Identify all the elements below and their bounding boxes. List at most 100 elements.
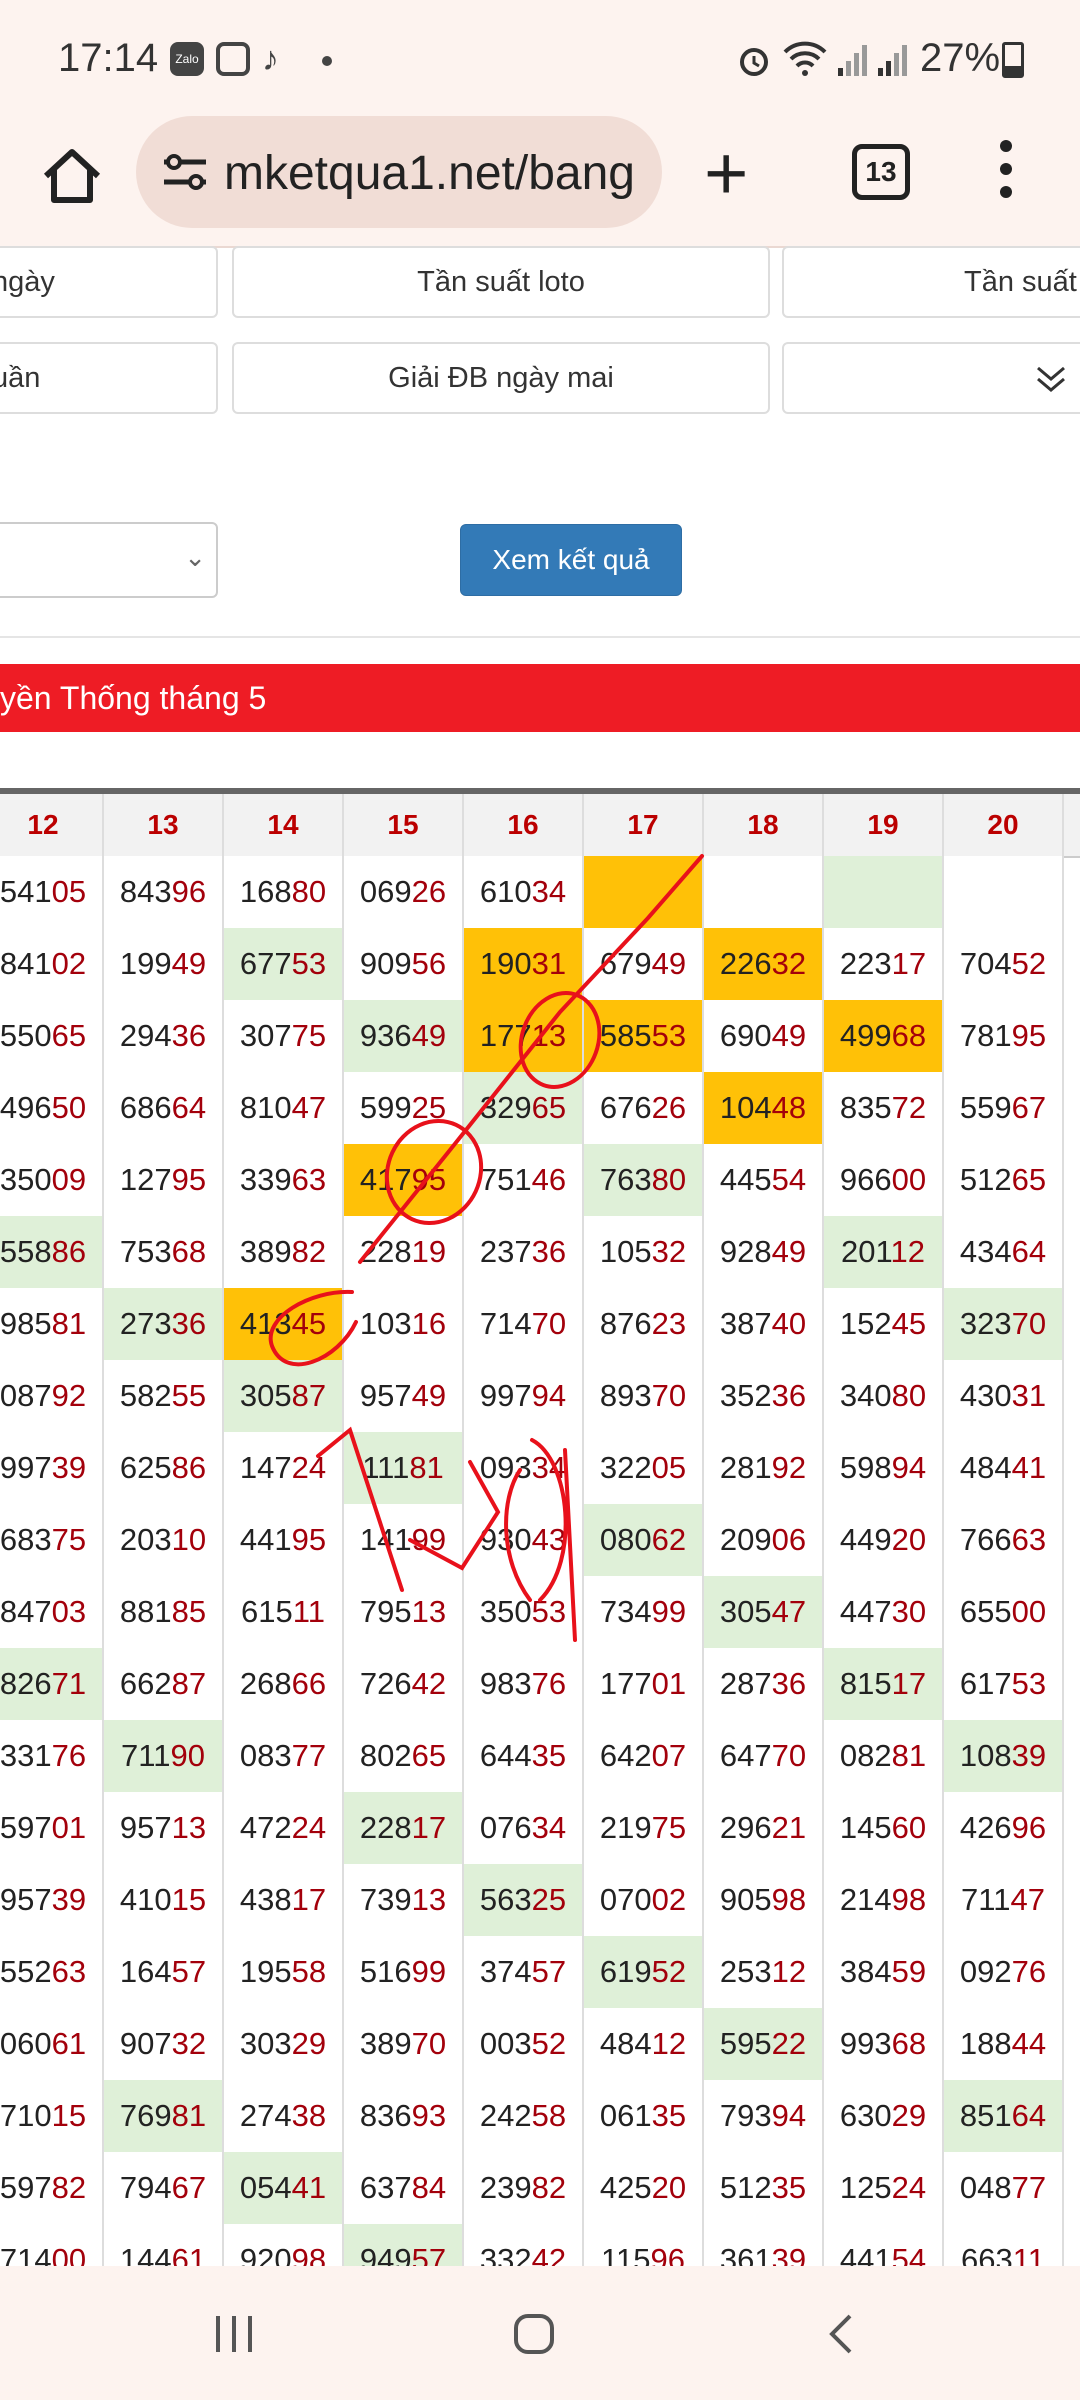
table-cell: 35053 [464, 1576, 584, 1650]
table-cell: 19949 [104, 928, 224, 1002]
table-cell [584, 856, 704, 930]
table-cell: 89370 [584, 1360, 704, 1434]
recent-apps-icon[interactable] [210, 2310, 258, 2363]
table-cell: 12524 [824, 2152, 944, 2226]
table-cell: 06926 [344, 856, 464, 930]
table-cell: 06135 [584, 2080, 704, 2154]
table-cell: 61034 [464, 856, 584, 930]
table-cell: 62586 [104, 1432, 224, 1506]
back-icon[interactable] [818, 2310, 866, 2363]
nav-link-ngay[interactable]: ngày [0, 246, 218, 318]
table-cell: 29621 [704, 1792, 824, 1866]
table-cell: 16880 [224, 856, 344, 930]
table-cell: 22317 [824, 928, 944, 1002]
chevron-down-icon: ⌄ [184, 542, 206, 572]
month-select[interactable]: ⌄ [0, 522, 218, 598]
table-cell: 76663 [944, 1504, 1064, 1578]
table-cell: 81517 [824, 1648, 944, 1722]
table-cell: 92098 [224, 2224, 344, 2272]
table-cell: 51235 [704, 2152, 824, 2226]
table-cell: 27336 [104, 1288, 224, 1362]
table-cell: 00352 [464, 2008, 584, 2082]
table-cell: 51699 [344, 1936, 464, 2010]
table-cell: 84102 [0, 928, 104, 1002]
table-cell: 66287 [104, 1648, 224, 1722]
table-cell: 61952 [584, 1936, 704, 2010]
table-cell: 14461 [104, 2224, 224, 2272]
column-header-13: 13 [104, 794, 224, 858]
table-cell: 68375 [0, 1504, 104, 1578]
double-chevron-down-icon [1037, 366, 1065, 392]
table-cell: 96600 [824, 1144, 944, 1218]
table-cell: 55263 [0, 1936, 104, 2010]
table-cell: 71190 [104, 1720, 224, 1794]
table-cell: 30547 [704, 1576, 824, 1650]
table-cell: 11596 [584, 2224, 704, 2272]
more-options-icon[interactable] [1000, 140, 1014, 209]
table-cell: 75146 [464, 1144, 584, 1218]
view-results-button[interactable]: Xem kết quả [460, 524, 682, 596]
dot-icon [322, 56, 332, 66]
tiktok-icon: ♪ [262, 40, 279, 78]
table-cell: 44920 [824, 1504, 944, 1578]
table-cell: 93043 [464, 1504, 584, 1578]
table-cell: 08377 [224, 1720, 344, 1794]
table-cell: 38740 [704, 1288, 824, 1362]
table-cell: 82671 [0, 1648, 104, 1722]
nav-more-dropdown[interactable] [782, 342, 1080, 414]
nav-link-tuan[interactable]: uần [0, 342, 218, 414]
table-cell: 58255 [104, 1360, 224, 1434]
site-settings-icon[interactable] [160, 152, 210, 192]
table-cell: 09334 [464, 1432, 584, 1506]
table-cell: 59522 [704, 2008, 824, 2082]
table-cell: 71470 [464, 1288, 584, 1362]
table-cell: 33963 [224, 1144, 344, 1218]
nav-link-tan-suat-loto[interactable]: Tần suất loto [232, 246, 770, 318]
table-cell: 95749 [344, 1360, 464, 1434]
table-cell: 17701 [584, 1648, 704, 1722]
table-cell: 19031 [464, 928, 584, 1002]
table-cell: 54105 [0, 856, 104, 930]
table-cell: 55065 [0, 1000, 104, 1074]
home-nav-icon[interactable] [510, 2310, 558, 2363]
table-cell: 25312 [704, 1936, 824, 2010]
table-cell: 64207 [584, 1720, 704, 1794]
table-cell: 41795 [344, 1144, 464, 1218]
table-cell: 41015 [104, 1864, 224, 1938]
table-cell: 28192 [704, 1432, 824, 1506]
table-cell: 19558 [224, 1936, 344, 2010]
tab-switcher-button[interactable]: 13 [852, 144, 910, 200]
table-cell: 18844 [944, 2008, 1064, 2082]
table-cell: 64435 [464, 1720, 584, 1794]
table-cell: 61753 [944, 1648, 1064, 1722]
table-cell: 88185 [104, 1576, 224, 1650]
home-icon[interactable] [38, 142, 106, 210]
new-tab-icon[interactable]: + [704, 136, 748, 212]
table-cell: 10532 [584, 1216, 704, 1290]
table-cell: 67753 [224, 928, 344, 1002]
address-bar[interactable]: mketqua1.net/bang [136, 116, 662, 228]
table-cell: 38982 [224, 1216, 344, 1290]
table-cell: 21975 [584, 1792, 704, 1866]
nav-link-giai-db-ngay-mai[interactable]: Giải ĐB ngày mai [232, 342, 770, 414]
table-cell: 67626 [584, 1072, 704, 1146]
table-cell: 14199 [344, 1504, 464, 1578]
table-cell: 71400 [0, 2224, 104, 2272]
table-cell: 99739 [0, 1432, 104, 1506]
table-cell: 14560 [824, 1792, 944, 1866]
table-cell: 27438 [224, 2080, 344, 2154]
table-cell: 48441 [944, 1432, 1064, 1506]
table-cell: 83572 [824, 1072, 944, 1146]
table-cell: 85164 [944, 2080, 1064, 2154]
table-cell: 11181 [344, 1432, 464, 1506]
nav-link-tan-suat[interactable]: Tần suất [782, 246, 1080, 318]
table-cell: 09276 [944, 1936, 1064, 2010]
table-cell: 32370 [944, 1288, 1064, 1362]
table-cell: 32965 [464, 1072, 584, 1146]
table-cell [704, 856, 824, 930]
table-cell: 95713 [104, 1792, 224, 1866]
table-cell: 35236 [704, 1360, 824, 1434]
table-cell: 22632 [704, 928, 824, 1002]
table-cell: 20310 [104, 1504, 224, 1578]
table-cell: 93649 [344, 1000, 464, 1074]
